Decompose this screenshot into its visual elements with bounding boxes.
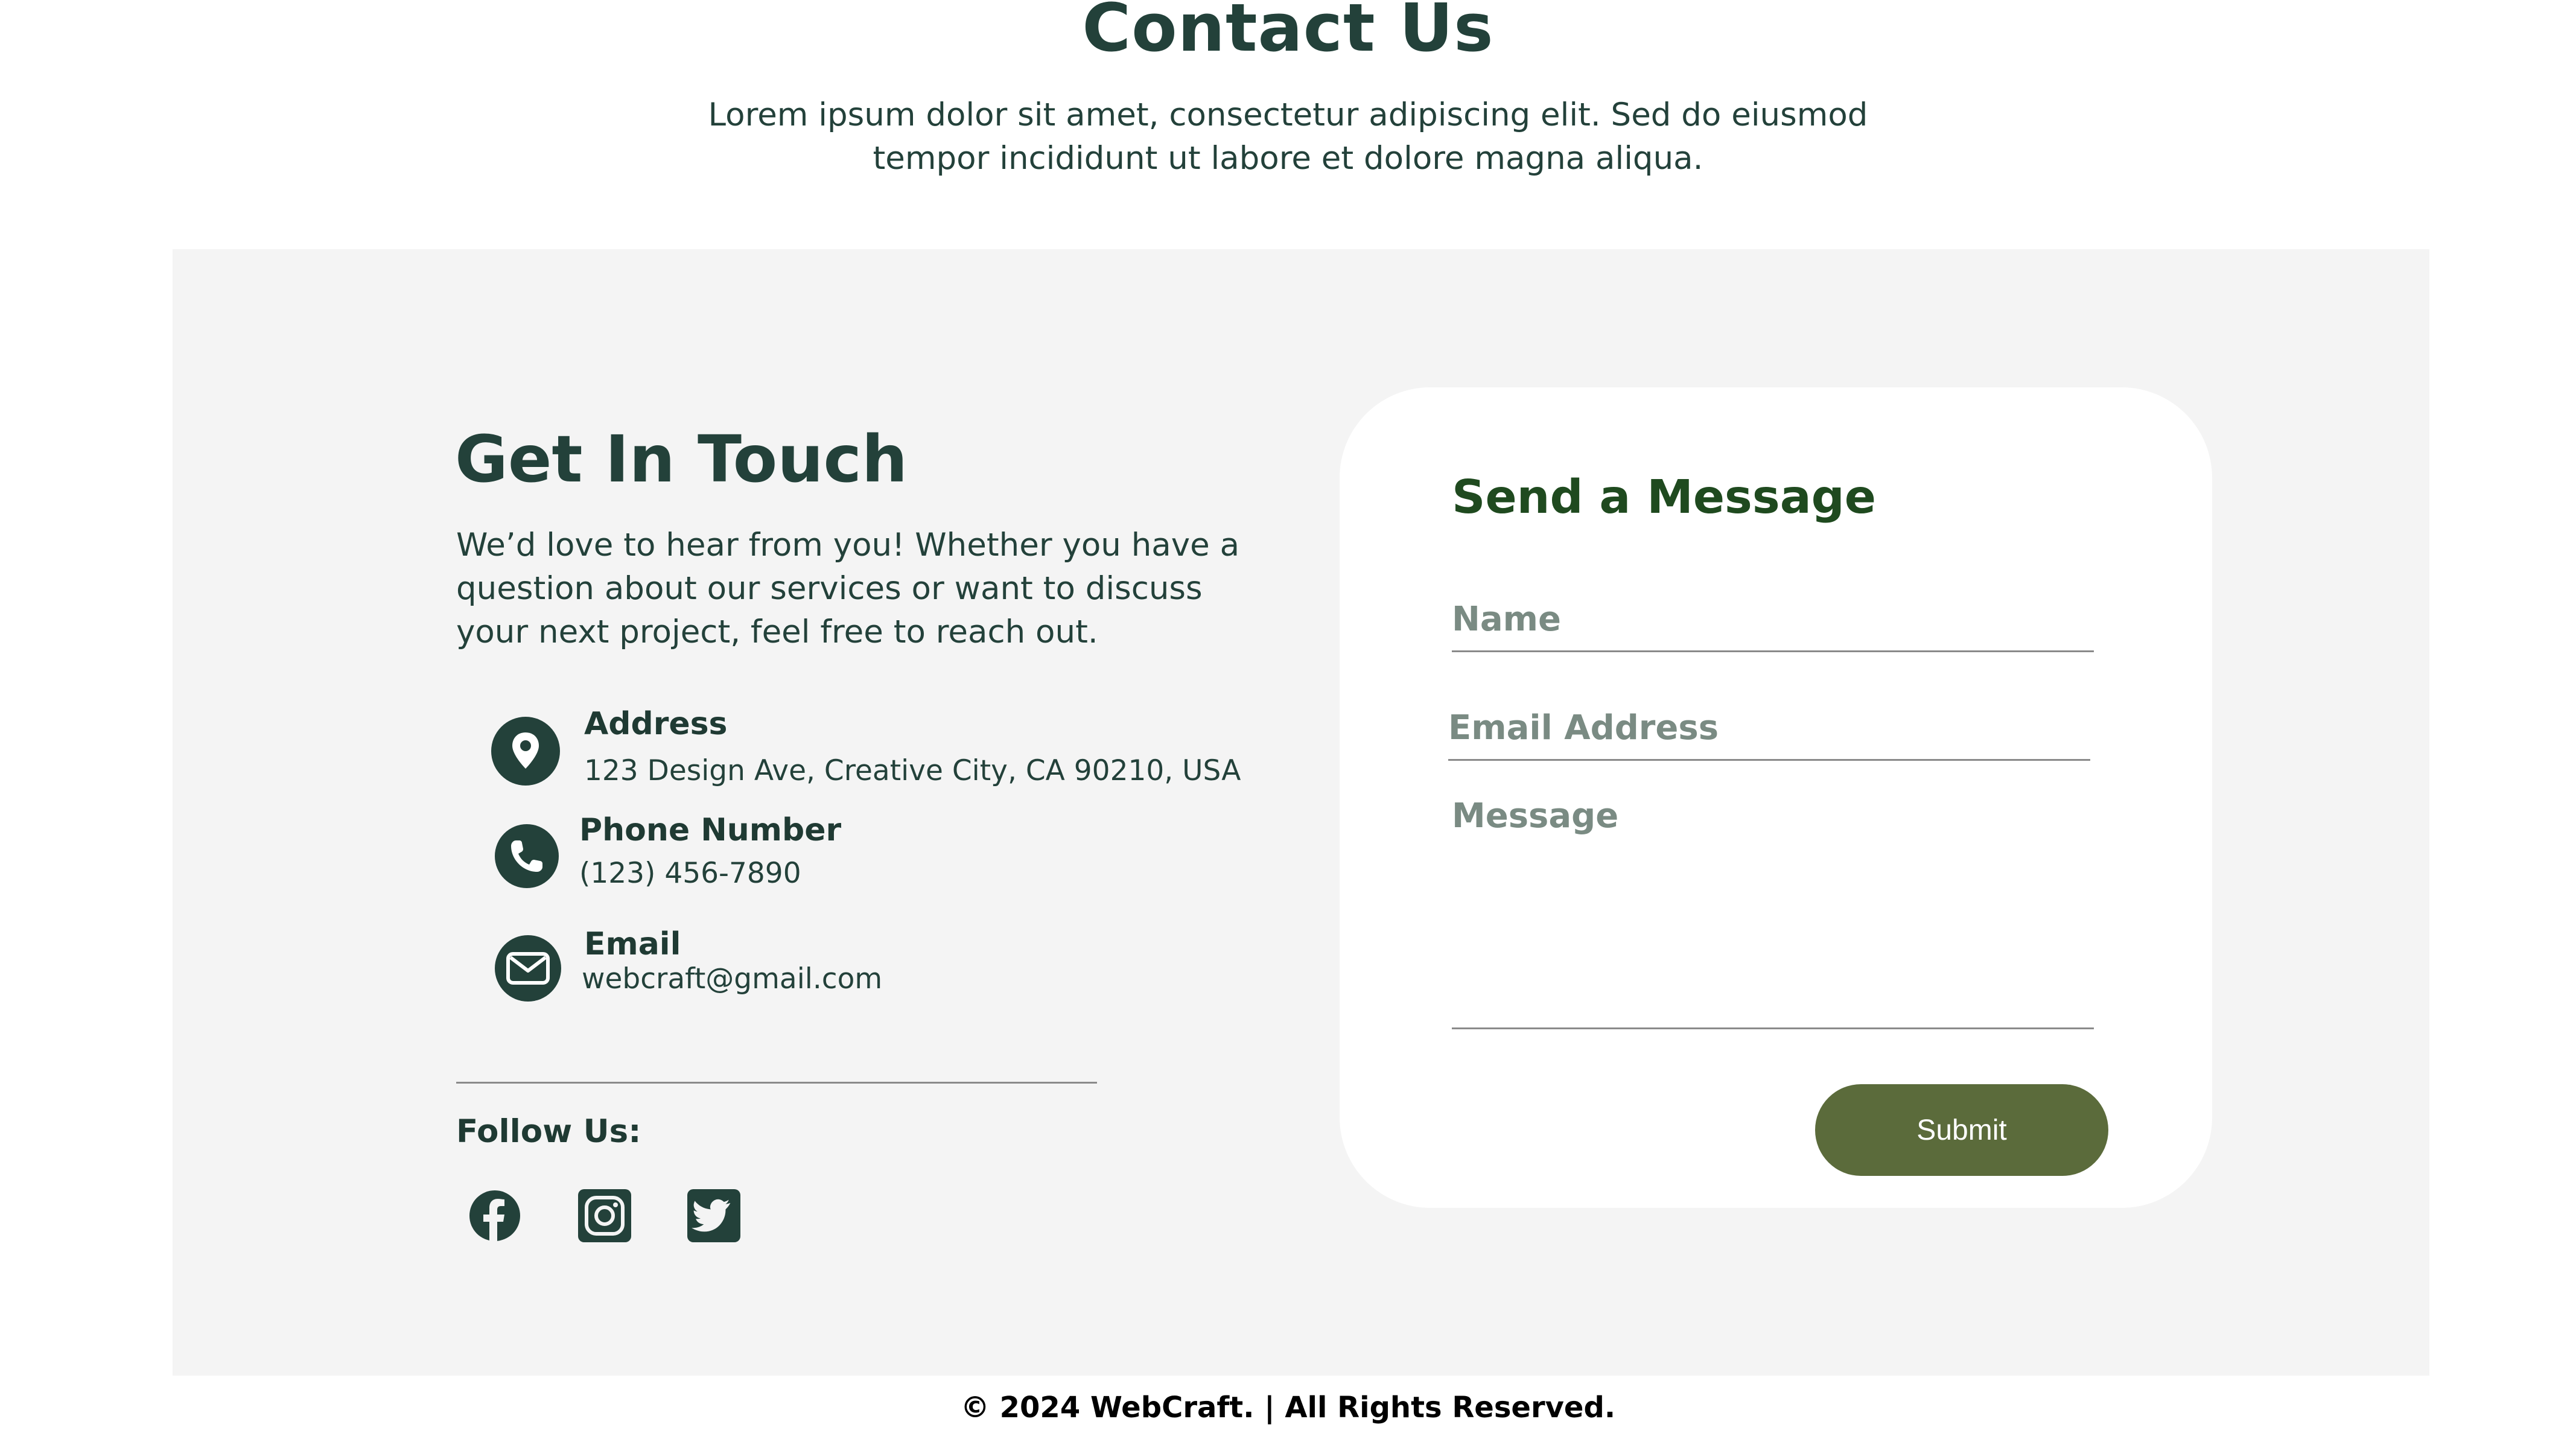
page-subtitle-line-1: Lorem ipsum dolor sit amet, consectetur …	[708, 97, 1868, 133]
twitter-icon[interactable]	[687, 1189, 741, 1243]
email-value: webcraft@gmail.com	[582, 962, 883, 996]
message-input[interactable]	[1452, 796, 2094, 1029]
email-label: Email	[584, 926, 681, 962]
form-title: Send a Message	[1452, 471, 1877, 524]
mail-icon	[495, 935, 561, 1002]
phone-value: (123) 456-7890	[579, 857, 801, 890]
get-in-touch-description-line-3: your next project, feel free to reach ou…	[456, 614, 1098, 650]
phone-icon	[495, 824, 559, 888]
follow-us-label: Follow Us:	[456, 1113, 641, 1150]
page-title: Contact Us	[1082, 0, 1494, 66]
phone-label: Phone Number	[579, 812, 842, 848]
location-pin-icon	[491, 717, 560, 786]
page-subtitle: Lorem ipsum dolor sit amet, consectetur …	[0, 94, 2576, 180]
facebook-icon[interactable]	[468, 1189, 522, 1243]
email-input[interactable]	[1448, 696, 2090, 761]
footer-copyright: © 2024 WebCraft. | All Rights Reserved.	[960, 1391, 1616, 1424]
contact-page: Contact Us Lorem ipsum dolor sit amet, c…	[0, 0, 2576, 1448]
submit-button[interactable]: Submit	[1815, 1084, 2108, 1176]
get-in-touch-description: We’d love to hear from you! Whether you …	[456, 524, 1240, 654]
section-divider	[456, 1082, 1097, 1084]
name-input[interactable]	[1452, 588, 2094, 652]
address-label: Address	[584, 706, 728, 742]
page-subtitle-line-2: tempor incididunt ut labore et dolore ma…	[873, 140, 1703, 177]
get-in-touch-description-line-1: We’d love to hear from you! Whether you …	[456, 527, 1240, 564]
get-in-touch-description-line-2: question about our services or want to d…	[456, 570, 1203, 607]
get-in-touch-title: Get In Touch	[455, 422, 908, 497]
address-value: 123 Design Ave, Creative City, CA 90210,…	[584, 754, 1241, 787]
instagram-icon[interactable]	[577, 1189, 632, 1243]
